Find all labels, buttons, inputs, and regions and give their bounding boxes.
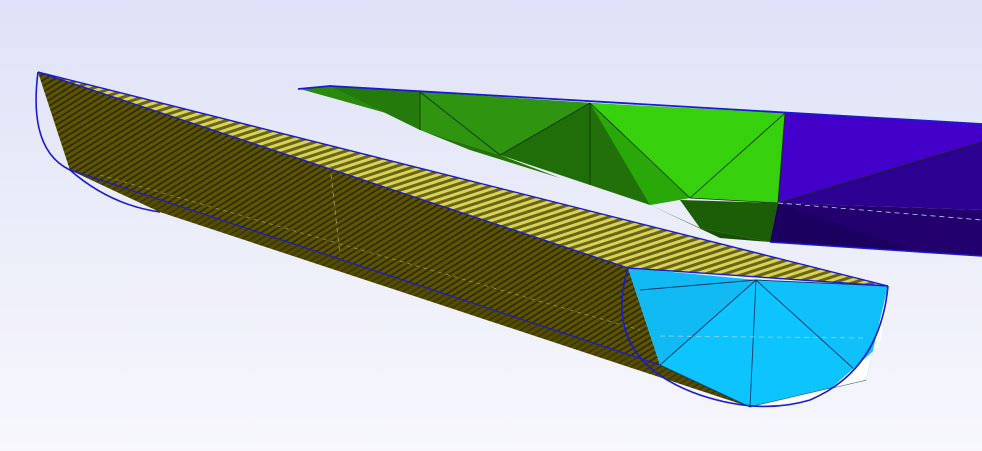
3d-viewport[interactable] bbox=[0, 0, 982, 451]
cyan-end-cap[interactable] bbox=[621, 267, 889, 408]
mesh-render[interactable] bbox=[0, 0, 982, 451]
violet-mesh-section bbox=[770, 113, 982, 256]
